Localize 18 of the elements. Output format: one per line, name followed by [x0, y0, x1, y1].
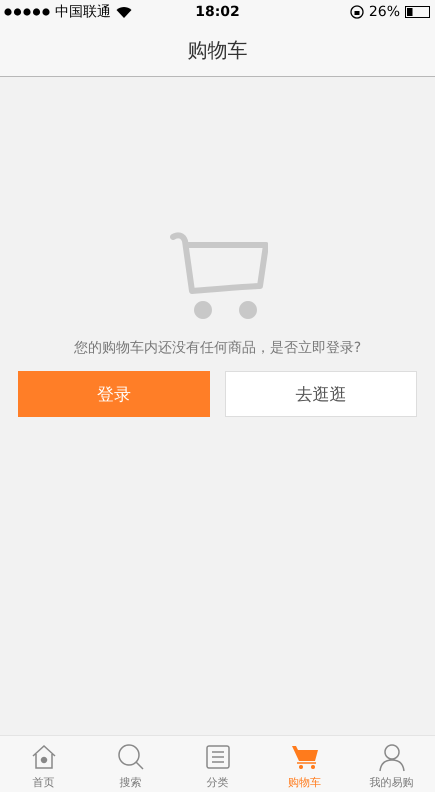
page-title: 购物车: [188, 36, 248, 64]
signal-icon: [4, 8, 50, 16]
rotation-lock-icon: [350, 5, 364, 19]
user-icon: [376, 742, 406, 772]
search-icon: [116, 742, 146, 772]
status-time: 18:02: [195, 4, 240, 20]
tab-item[interactable]: 搜索: [87, 736, 174, 792]
tab-item[interactable]: 分类: [174, 736, 261, 792]
browse-button[interactable]: 去逛逛: [225, 371, 417, 417]
empty-cart-message: 您的购物车内还没有任何商品，是否立即登录?: [74, 339, 362, 357]
wifi-icon: [116, 6, 132, 18]
tab-item[interactable]: 我的易购: [348, 736, 435, 792]
tab-item[interactable]: 首页: [0, 736, 87, 792]
battery-icon: [405, 6, 432, 18]
login-button[interactable]: 登录: [18, 371, 210, 417]
battery-percent: 26%: [368, 4, 400, 20]
tab-item[interactable]: 购物车: [261, 736, 348, 792]
carrier-name: 中国联通: [55, 3, 111, 21]
